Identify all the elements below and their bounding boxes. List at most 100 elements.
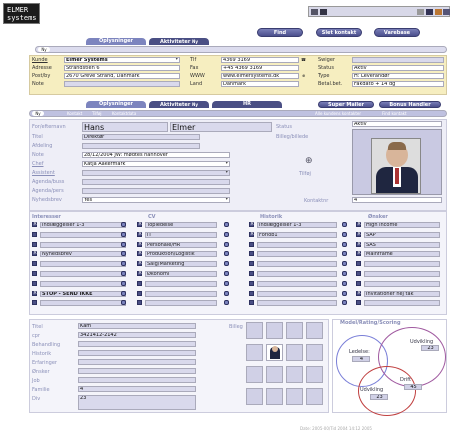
tab-company-info[interactable]: Oplysninger <box>86 38 146 45</box>
cv-list-item[interactable]: Personale/HR <box>145 241 217 248</box>
skype-field[interactable] <box>352 57 444 63</box>
postal-field[interactable]: 2670 Greve Strand, Danmark <box>64 73 180 79</box>
drive-value[interactable]: 45 <box>404 384 422 390</box>
cv-dropdown-icon[interactable] <box>224 280 229 286</box>
interests-list-item[interactable] <box>40 261 126 268</box>
address-field[interactable]: Strandstien 6 <box>64 65 180 71</box>
terms-field[interactable]: Fakdato + 14 dg <box>352 81 444 87</box>
history-checkbox[interactable] <box>249 241 254 247</box>
interests-checkbox[interactable] <box>32 271 37 276</box>
history-list-item[interactable]: Indlæggelser 1-3 <box>257 222 337 228</box>
wishes-list-item[interactable]: SAP <box>364 231 440 238</box>
experience-field[interactable] <box>78 359 196 365</box>
bottom-history-field[interactable] <box>78 350 196 356</box>
history-dropdown-icon[interactable] <box>342 222 347 227</box>
history-list-item[interactable] <box>257 290 337 297</box>
wishes-checkbox[interactable] <box>356 250 361 257</box>
agenda-biz-field[interactable] <box>82 179 230 185</box>
history-checkbox[interactable] <box>249 251 254 257</box>
wishes-checkbox[interactable] <box>356 290 361 296</box>
interests-checkbox[interactable] <box>32 221 37 227</box>
history-checkbox[interactable] <box>249 271 254 276</box>
interests-checkbox[interactable] <box>32 300 37 306</box>
image-slot[interactable] <box>246 344 263 361</box>
cv-checkbox[interactable] <box>137 250 142 257</box>
title-field[interactable]: Direktør <box>82 134 200 140</box>
interests-list-item[interactable] <box>40 271 126 277</box>
image-slot[interactable] <box>266 322 283 339</box>
image-slot[interactable] <box>266 366 283 383</box>
wishes-list-item[interactable] <box>364 261 440 268</box>
tab-contact-activities[interactable]: Aktiviteter Ny <box>149 101 209 108</box>
history-list-item[interactable] <box>257 241 337 248</box>
image-slot[interactable] <box>306 322 323 339</box>
wishes-list-item[interactable] <box>364 271 440 277</box>
development1-value[interactable]: 23 <box>421 345 439 351</box>
wishes-checkbox[interactable] <box>356 271 361 276</box>
interests-list-item[interactable]: STOP - SEND IKKE <box>40 290 126 297</box>
image-slot[interactable] <box>266 388 283 405</box>
super-mailer-button[interactable]: Super Mailer <box>318 101 374 108</box>
contact-no-field[interactable]: 4 <box>352 197 442 203</box>
find-button[interactable]: Find <box>257 28 303 37</box>
open-web-icon[interactable]: ⊕ <box>302 73 305 78</box>
delete-contact-button[interactable]: Slet kontakt <box>316 28 362 37</box>
cv-checkbox[interactable] <box>137 260 142 267</box>
tray-icon[interactable] <box>417 9 424 15</box>
wishes-list-item[interactable] <box>364 300 440 307</box>
image-slot[interactable] <box>246 366 263 383</box>
history-dropdown-icon[interactable] <box>342 280 347 286</box>
fax-field[interactable]: +45 4369 3169 <box>221 65 299 71</box>
wishes-checkbox[interactable] <box>356 261 361 267</box>
history-list-item[interactable] <box>257 261 337 268</box>
contact-link[interactable]: Kontakt <box>67 111 82 116</box>
image-slot[interactable] <box>306 388 323 405</box>
wishes-checkbox[interactable] <box>356 280 361 286</box>
interests-list-item[interactable]: Indlæggelser 1-3 <box>40 222 126 228</box>
interests-dropdown-icon[interactable] <box>121 261 126 267</box>
tab-company-activities[interactable]: Aktiviteter Ny <box>149 38 209 45</box>
history-list-item[interactable] <box>257 271 337 277</box>
history-checkbox[interactable] <box>249 280 254 286</box>
find-contact-link[interactable]: Find kontakt <box>382 111 407 116</box>
image-slot[interactable] <box>286 388 303 405</box>
bonus-handler-button[interactable]: Bonus Handler <box>379 101 441 108</box>
cv-checkbox[interactable] <box>137 300 142 306</box>
cv-dropdown-icon[interactable] <box>224 222 229 227</box>
wishes-checkbox[interactable] <box>356 221 361 227</box>
chart-icon[interactable] <box>320 9 327 15</box>
history-list-item[interactable]: Forlob1 <box>257 231 337 238</box>
cv-checkbox[interactable] <box>137 270 142 276</box>
wishes-list-item[interactable]: SAS <box>364 241 440 248</box>
history-checkbox[interactable] <box>249 231 254 237</box>
image-slot[interactable] <box>286 366 303 383</box>
history-dropdown-icon[interactable] <box>342 271 347 276</box>
cv-list-item[interactable] <box>145 290 217 297</box>
cv-dropdown-icon[interactable] <box>224 271 229 276</box>
type-field[interactable]: H: Leverandør <box>352 73 444 79</box>
www-field[interactable]: www.elmersystems.dk <box>221 73 299 79</box>
interests-list-item[interactable] <box>40 231 126 238</box>
new-pill[interactable]: Ny <box>38 47 50 52</box>
phone-field[interactable]: 4369 3169 <box>221 57 299 63</box>
add-photo-icon[interactable]: ⊕ <box>305 156 313 166</box>
interests-checkbox[interactable] <box>32 241 37 247</box>
cv-list-item[interactable]: Salg/Marketing <box>145 261 217 268</box>
add-contact-link[interactable]: Tilføj <box>92 111 102 116</box>
cv-list-item[interactable] <box>145 280 217 287</box>
assistant-label[interactable]: Assistent <box>32 170 55 176</box>
contact-note-field[interactable]: 28/12/2004 JW: mødtes hannover <box>82 152 230 158</box>
history-list-item[interactable] <box>257 280 337 287</box>
cv-checkbox[interactable] <box>137 280 142 286</box>
add-photo-label[interactable]: Tilføj <box>299 171 311 177</box>
div-field[interactable]: 23 <box>78 395 196 410</box>
history-dropdown-icon[interactable] <box>342 261 347 267</box>
history-checkbox[interactable] <box>249 300 254 306</box>
interests-checkbox[interactable] <box>32 261 37 267</box>
last-name-field[interactable]: Elmer <box>170 122 272 132</box>
interests-list-item[interactable] <box>40 241 126 248</box>
leadership-value[interactable]: 4 <box>352 356 370 362</box>
interests-list-item[interactable]: Nyhedsbrev <box>40 251 126 258</box>
newsletter-select[interactable]: Yes <box>82 197 230 203</box>
cv-checkbox[interactable] <box>137 221 142 227</box>
